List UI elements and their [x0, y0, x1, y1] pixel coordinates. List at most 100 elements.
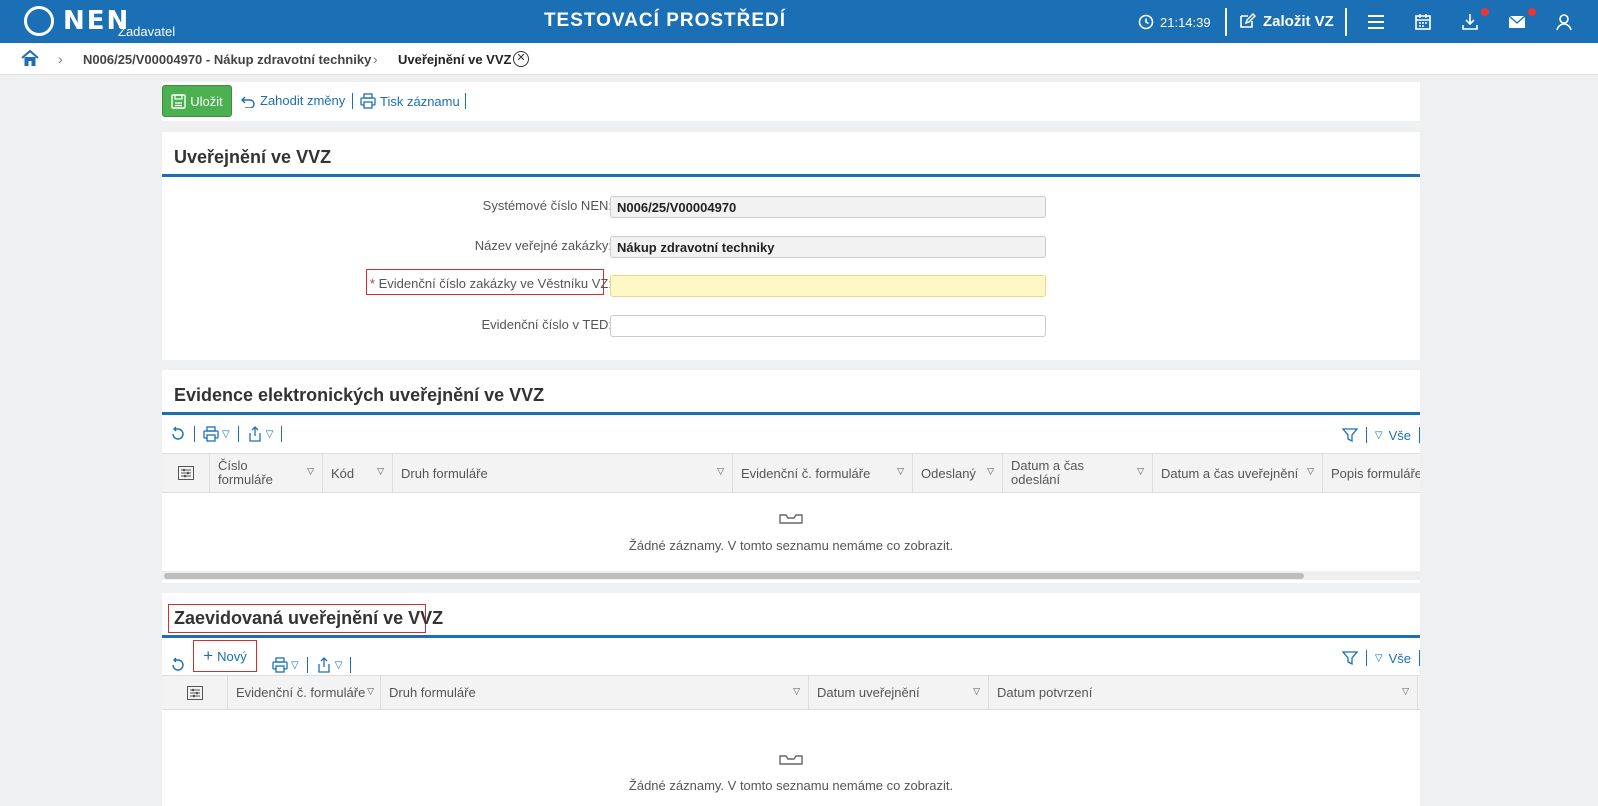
close-icon[interactable]: ✕	[513, 51, 529, 67]
column-header[interactable]: Kód ▽	[323, 454, 393, 492]
divider	[1365, 650, 1367, 666]
section-title: Uveřejnění ve VVZ	[174, 147, 332, 167]
column-header[interactable]: Odeslaný ▽	[913, 454, 1003, 492]
download-icon[interactable]	[1460, 12, 1480, 32]
column-label: Druh formuláře	[389, 685, 476, 700]
print-dropdown[interactable]: ▽	[203, 426, 230, 442]
column-header[interactable]: Datum potvrzení ▽	[989, 676, 1418, 709]
column-header[interactable]: Datum uveřejnění ▽	[809, 676, 989, 709]
sort-icon: ▽	[377, 466, 384, 476]
section-underline	[162, 412, 1420, 415]
caret-down-icon: ▽	[222, 428, 230, 440]
user-icon[interactable]	[1554, 12, 1574, 32]
publication-form-panel: Uveřejnění ve VVZ Systémové číslo NEN: N…	[162, 132, 1420, 360]
empty-message: Žádné záznamy. V tomto seznamu nemáme co…	[628, 538, 954, 553]
grid-toolbar: ▽ ▽	[170, 426, 283, 442]
filter-icon[interactable]	[1341, 650, 1358, 666]
column-header[interactable]: Evidenční č. formuláře ▽	[228, 676, 381, 709]
export-dropdown[interactable]: ▽	[247, 426, 274, 442]
column-label: Číslo formuláře	[218, 458, 273, 487]
system-number-label: Systémové číslo NEN:	[482, 198, 612, 213]
sort-icon: ▽	[793, 686, 800, 696]
menu-icon[interactable]	[1366, 12, 1386, 32]
ted-number-field[interactable]	[610, 315, 1046, 337]
session-clock: 21:14:39	[1138, 14, 1211, 30]
filter-icon[interactable]	[1341, 427, 1358, 443]
divider	[281, 426, 283, 442]
column-label: Popis formuláře	[1331, 465, 1420, 481]
calendar-icon[interactable]	[1413, 12, 1433, 32]
column-label: Evidenční č. formuláře	[236, 685, 366, 700]
action-toolbar: Uložit Zahodit změny Tisk záznamu	[162, 82, 1420, 121]
print-record-button[interactable]: Tisk záznamu	[360, 93, 460, 109]
save-icon	[171, 93, 186, 109]
filter-all-dropdown[interactable]: ▽ Vše	[1375, 651, 1411, 666]
column-label: Kód	[331, 465, 355, 481]
column-header[interactable]: Druh formuláře ▽	[381, 676, 809, 709]
sort-icon: ▽	[1402, 686, 1409, 696]
column-header[interactable]: Datum a čas uveřejnění ▽	[1153, 454, 1323, 492]
divider	[194, 426, 195, 442]
export-dropdown[interactable]: ▽	[316, 657, 343, 673]
divider	[1419, 650, 1420, 666]
print-label: Tisk záznamu	[380, 93, 460, 109]
column-settings-button[interactable]	[162, 676, 228, 709]
grid-header: Číslo formuláře ▽ Kód ▽ Druh formuláře ▽ Ev…	[162, 453, 1420, 493]
column-header[interactable]: Evidenční č. formuláře ▽	[733, 454, 913, 492]
create-vz-button[interactable]: Založit VZ	[1238, 12, 1334, 30]
column-header[interactable]: Druh formuláře ▽	[393, 454, 733, 492]
registered-publications-panel: Zaevidovaná uveřejnění ve VVZ ▽ ▽ + Nový…	[162, 593, 1420, 806]
breadcrumb: › N006/25/V00004970 - Nákup zdravotní te…	[0, 43, 1598, 75]
column-label: Datum a čas odeslání	[1011, 458, 1084, 487]
refresh-icon[interactable]	[170, 426, 186, 442]
print-icon	[203, 426, 219, 442]
column-header[interactable]: Datum a čas odeslání ▽	[1003, 454, 1153, 492]
refresh-icon[interactable]	[170, 657, 186, 673]
column-header[interactable]: Popis formuláře	[1323, 454, 1420, 492]
divider	[1365, 427, 1367, 443]
divider	[350, 657, 352, 673]
new-record-button[interactable]: + Nový	[193, 640, 257, 672]
divider	[1225, 8, 1227, 36]
save-button[interactable]: Uložit	[162, 85, 232, 117]
vvz-number-label: * Evidenční číslo zakázky ve Věstníku VZ…	[370, 276, 612, 291]
electronic-publications-panel: Evidence elektronických uveřejnění ve VV…	[162, 370, 1420, 583]
breadcrumb-item-procurement[interactable]: N006/25/V00004970 - Nákup zdravotní tech…	[83, 52, 371, 67]
empty-tray-icon	[162, 512, 1420, 528]
mail-icon[interactable]	[1507, 12, 1527, 32]
vvz-number-label-text: Evidenční číslo zakázky ve Věstníku VZ:	[378, 276, 612, 291]
sort-icon: ▽	[717, 466, 724, 476]
sort-icon: ▽	[987, 466, 994, 476]
chevron-right-icon: ›	[58, 51, 63, 67]
caret-down-icon: ▽	[334, 659, 343, 671]
column-label: Odeslaný	[921, 465, 976, 481]
vvz-number-field[interactable]	[610, 275, 1046, 297]
section-title: Zaevidovaná uveřejnění ve VVZ	[174, 608, 444, 628]
clock-icon	[1138, 14, 1154, 30]
print-dropdown[interactable]: ▽	[272, 657, 299, 673]
column-settings-button[interactable]	[162, 454, 210, 492]
environment-title: TESTOVACÍ PROSTŘEDÍ	[543, 10, 787, 31]
sort-icon: ▽	[897, 466, 904, 476]
horizontal-scrollbar[interactable]	[162, 571, 1420, 581]
settings-sliders-icon	[177, 466, 194, 480]
divider	[237, 426, 239, 442]
filter-all-label: Vše	[1388, 650, 1411, 666]
filter-all-dropdown[interactable]: ▽ Vše	[1375, 428, 1411, 443]
plus-icon: +	[203, 646, 214, 665]
column-label: Datum potvrzení	[997, 685, 1093, 700]
divider	[1419, 427, 1420, 443]
home-icon[interactable]	[21, 50, 39, 67]
export-icon	[318, 657, 330, 673]
system-number-field[interactable]: N006/25/V00004970	[610, 196, 1046, 218]
grid-header: Evidenční č. formuláře ▽ Druh formuláře ▽ …	[162, 675, 1420, 710]
save-label: Uložit	[190, 93, 223, 109]
column-header[interactable]: Číslo formuláře ▽	[210, 454, 323, 492]
caret-down-icon: ▽	[291, 659, 299, 671]
scrollbar-thumb[interactable]	[164, 573, 1304, 579]
discard-changes-button[interactable]: Zahodit změny	[240, 93, 345, 108]
sort-icon: ▽	[307, 466, 314, 476]
sort-icon: ▽	[1307, 466, 1314, 476]
caret-down-icon: ▽	[265, 428, 274, 440]
contract-name-field[interactable]: Nákup zdravotní techniky	[610, 236, 1046, 258]
